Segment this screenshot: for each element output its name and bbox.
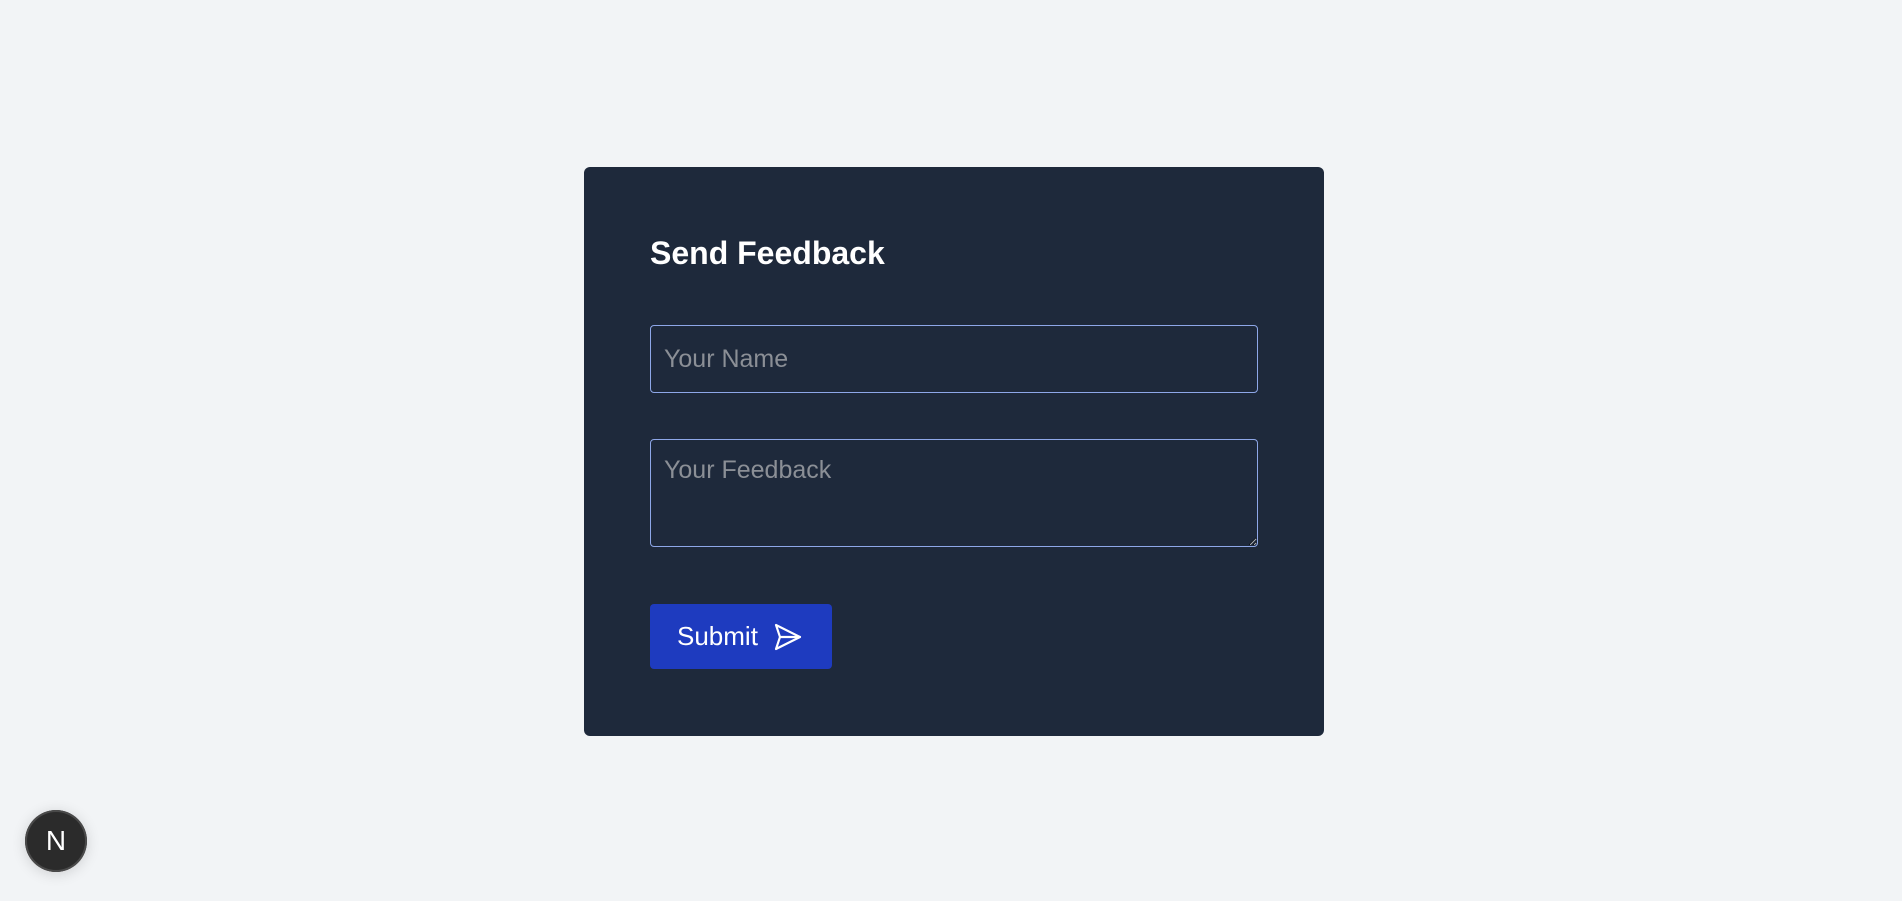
submit-button-label: Submit	[677, 621, 758, 651]
page: Send Feedback Submit N	[0, 0, 1902, 901]
nextjs-dev-badge[interactable]: N	[25, 810, 87, 872]
nextjs-logo-icon: N	[45, 825, 67, 856]
feedback-textarea[interactable]	[650, 439, 1258, 547]
send-icon	[772, 621, 804, 653]
submit-button[interactable]: Submit	[650, 604, 832, 669]
name-input[interactable]	[650, 325, 1258, 393]
form-title: Send Feedback	[650, 235, 885, 271]
feedback-form-card: Send Feedback Submit	[584, 167, 1324, 736]
